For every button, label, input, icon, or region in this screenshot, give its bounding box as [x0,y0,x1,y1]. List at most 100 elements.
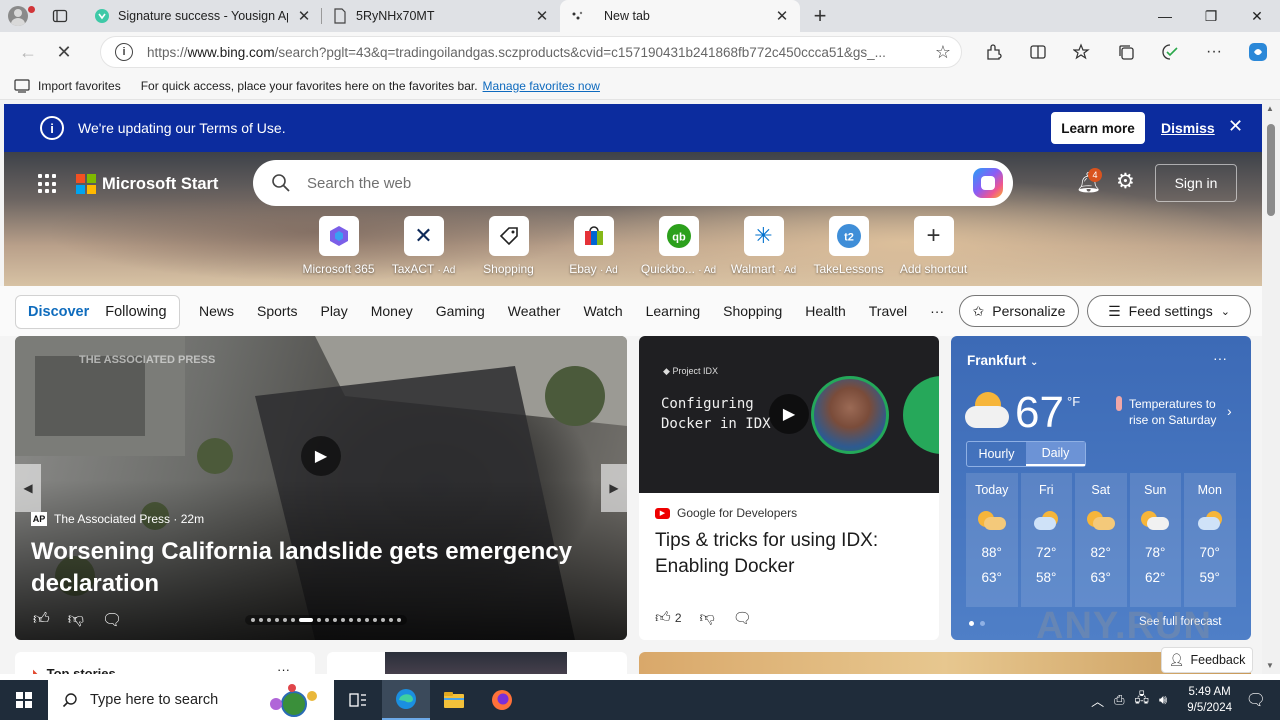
comment-icon[interactable]: 🗨︎ [733,609,752,627]
copilot-icon[interactable] [1236,36,1280,68]
minimize-button[interactable]: — [1142,0,1188,32]
shortcut-quickbooks[interactable]: qb Quickbo... · Ad [636,216,721,276]
file-explorer-icon[interactable] [430,680,478,720]
nav-news[interactable]: News [199,303,234,319]
shortcut-microsoft-365[interactable]: Microsoft 365 [296,216,381,276]
edge-taskbar-icon[interactable] [382,680,430,720]
stop-loading-button[interactable]: ✕ [46,36,82,68]
site-info-icon[interactable]: i [115,43,133,61]
taskbar-search-box[interactable]: Type here to search [48,680,334,720]
video-card-idx[interactable]: ◆ Project IDX Configuring Docker in IDX ▶… [639,336,939,640]
hero-headline[interactable]: Worsening California landslide gets emer… [31,536,591,600]
thumbs-down-icon[interactable]: 👎︎ [700,609,715,627]
nav-gaming[interactable]: Gaming [436,303,485,319]
forecast-day[interactable]: Fri 72° 58° [1020,473,1072,607]
restore-button[interactable]: ❐ [1188,0,1234,32]
nav-weather[interactable]: Weather [508,303,561,319]
shortcut-taxact[interactable]: ✕ TaxACT · Ad [381,216,466,276]
nav-watch[interactable]: Watch [583,303,622,319]
dismiss-link[interactable]: Dismiss [1161,120,1215,136]
close-tab-icon[interactable]: ✕ [296,7,312,25]
forecast-day[interactable]: Today 88° 63° [966,473,1018,607]
scrollbar-thumb[interactable] [1267,124,1275,216]
feedback-button[interactable]: 👤︎ Feedback [1161,647,1253,673]
split-screen-icon[interactable] [1016,36,1060,68]
notifications-icon[interactable]: 🗨︎ [1246,690,1266,710]
news-card-wide[interactable] [639,652,1251,674]
close-window-button[interactable]: ✕ [1234,0,1280,32]
shortcut-walmart[interactable]: ✳ Walmart · Ad [721,216,806,276]
scroll-up-arrow-icon[interactable]: ▲ [1266,104,1274,113]
task-view-icon[interactable] [334,680,382,720]
shortcut-add[interactable]: + Add shortcut [891,216,976,276]
idx-headline[interactable]: Tips & tricks for using IDX: Enabling Do… [655,528,925,580]
chevron-right-icon[interactable]: › [1227,403,1232,419]
start-button[interactable] [0,680,48,720]
nav-health[interactable]: Health [805,303,845,319]
shortcut-ebay[interactable]: Ebay · Ad [551,216,636,276]
browser-essentials-icon[interactable] [1148,36,1192,68]
scroll-down-arrow-icon[interactable]: ▼ [1266,661,1274,670]
tab-discover[interactable]: Discover [20,304,97,320]
carousel-next-button[interactable]: ▶ [601,464,627,512]
tab-actions-button[interactable] [36,0,84,32]
tab-new-tab[interactable]: New tab ✕ [560,0,800,32]
favorite-star-icon[interactable]: ☆ [935,42,951,63]
thumbs-up-icon[interactable]: 👍︎ [33,610,50,630]
top-stories-card[interactable]: ◣ Top stories ··· [15,652,315,674]
close-tab-icon[interactable]: ✕ [774,7,790,25]
personalize-button[interactable]: ✩ Personalize [959,295,1079,327]
hero-news-card[interactable]: THE ASSOCIATED PRESS ◀ ▶ ▶ AP The Associ… [15,336,627,640]
weather-location[interactable]: Frankfurt ⌄ [967,353,1038,368]
temperature-unit[interactable]: °F [1067,394,1080,409]
network-icon[interactable]: 🖧︎ [1135,689,1150,711]
learn-more-button[interactable]: Learn more [1051,112,1145,144]
weather-card[interactable]: Frankfurt ⌄ ··· 67 °F Temperatures to ri… [951,336,1251,640]
carousel-prev-button[interactable]: ◀ [15,464,41,512]
thumbs-down-icon[interactable]: 👎︎ [68,610,84,630]
app-launcher-icon[interactable] [38,174,58,194]
settings-more-icon[interactable]: ··· [1192,36,1236,68]
new-tab-button[interactable]: + [800,0,840,32]
address-bar[interactable]: i https://www.bing.com/search?pglt=43&q=… [100,36,962,68]
close-banner-icon[interactable]: ✕ [1228,116,1243,137]
tab-5ryn[interactable]: 5RyNHx70MT ✕ [322,0,560,32]
more-options-icon[interactable]: ··· [277,662,290,674]
news-card-image[interactable] [327,652,627,674]
nav-shopping[interactable]: Shopping [723,303,782,319]
back-button[interactable]: ← [10,36,46,68]
play-video-icon[interactable]: ▶ [769,394,809,434]
firefox-icon[interactable] [478,680,526,720]
extensions-icon[interactable] [972,36,1016,68]
more-options-icon[interactable]: ··· [1213,350,1227,366]
shortcut-takelessons[interactable]: t2 TakeLessons [806,216,891,276]
nav-more[interactable]: ··· [930,303,944,319]
web-search-box[interactable]: Search the web [253,160,1013,206]
import-favorites-button[interactable]: Import favorites [14,79,121,93]
close-tab-icon[interactable]: ✕ [534,7,550,25]
copilot-search-icon[interactable] [973,168,1003,198]
collections-icon[interactable] [1104,36,1148,68]
volume-icon[interactable]: 🔊︎ [1159,692,1167,708]
clock[interactable]: 5:49 AM 9/5/2024 [1187,684,1232,716]
feed-settings-button[interactable]: ☰ Feed settings ⌄ [1087,295,1251,327]
device-icon[interactable]: ⎙ [1114,692,1124,708]
profile-button[interactable] [0,0,36,32]
sign-in-button[interactable]: Sign in [1155,164,1237,202]
nav-sports[interactable]: Sports [257,303,297,319]
favorites-icon[interactable] [1060,36,1104,68]
tab-daily[interactable]: Daily [1026,442,1085,466]
nav-money[interactable]: Money [371,303,413,319]
chevron-up-icon[interactable]: ︿ [1091,691,1104,710]
nav-learning[interactable]: Learning [646,303,701,319]
nav-play[interactable]: Play [320,303,347,319]
play-video-icon[interactable]: ▶ [301,436,341,476]
gear-icon[interactable]: ⚙ [1116,169,1135,194]
forecast-day[interactable]: Mon 70° 59° [1184,473,1236,607]
tab-hourly[interactable]: Hourly [967,442,1026,466]
forecast-day[interactable]: Sat 82° 63° [1075,473,1127,607]
manage-favorites-link[interactable]: Manage favorites now [483,79,600,93]
page-scrollbar[interactable]: ▲ ▼ [1262,100,1280,674]
forecast-day[interactable]: Sun 78° 62° [1129,473,1181,607]
nav-travel[interactable]: Travel [869,303,907,319]
